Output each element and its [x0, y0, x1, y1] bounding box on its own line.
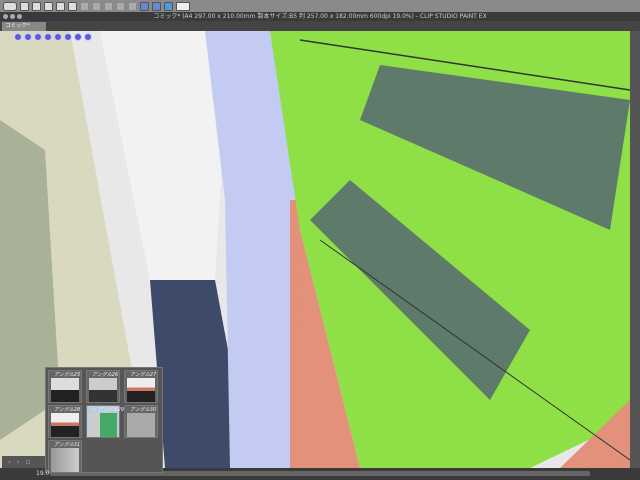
tab-comic[interactable]: コミック*	[2, 22, 46, 31]
zoom-value: 19.0	[36, 470, 50, 477]
angle-label: アングル27	[130, 372, 157, 378]
transform-icon[interactable]	[92, 1, 101, 11]
angle-thumbnail[interactable]: アングル26	[86, 370, 120, 403]
angle-label: アングル26	[92, 372, 119, 378]
object-rotate-icon[interactable]	[54, 33, 62, 41]
next-arrow-icon[interactable]: ›	[17, 458, 20, 466]
object-move-icon[interactable]	[44, 33, 52, 41]
select-icon[interactable]	[80, 1, 89, 11]
main-toolbar	[0, 0, 640, 12]
object-rotate-y-icon[interactable]	[74, 33, 82, 41]
camera-rotate-icon[interactable]	[14, 33, 22, 41]
object-scale-icon[interactable]	[84, 33, 92, 41]
undo-icon[interactable]	[56, 1, 65, 11]
color-icon[interactable]	[164, 1, 173, 11]
ruler-icon[interactable]	[140, 1, 149, 11]
delete-icon[interactable]: ▫	[26, 458, 31, 466]
clear-icon[interactable]	[128, 1, 137, 11]
angle-label: アングル30	[130, 407, 157, 413]
angle-label: アングル31	[54, 442, 81, 448]
angle-thumbnail[interactable]: アングル28	[48, 405, 82, 438]
angle-thumbnail[interactable]: アングル31	[48, 440, 82, 473]
window-title: コミック* (A4 297.00 x 210.00mm 製本サイズ:B5 判 2…	[153, 13, 487, 20]
window-titlebar: コミック* (A4 297.00 x 210.00mm 製本サイズ:B5 判 2…	[0, 12, 640, 21]
angle-label: アングル28	[54, 407, 81, 413]
object-rotate-x-icon[interactable]	[64, 33, 72, 41]
help-icon[interactable]	[176, 1, 190, 11]
angle-thumbnail[interactable]: アングル27	[124, 370, 158, 403]
minimize-icon[interactable]	[10, 14, 15, 19]
angle-thumbnail[interactable]: アングル25	[48, 370, 82, 403]
clip-studio-logo-icon[interactable]	[3, 1, 17, 11]
crop-icon[interactable]	[116, 1, 125, 11]
save-icon[interactable]	[44, 1, 53, 11]
angle-label: ✓ アングル29	[92, 407, 124, 413]
angle-label: アングル25	[54, 372, 81, 378]
snap-icon[interactable]	[152, 1, 161, 11]
camera-zoom-icon[interactable]	[34, 33, 42, 41]
redo-icon[interactable]	[68, 1, 77, 11]
close-icon[interactable]	[3, 14, 8, 19]
prev-arrow-icon[interactable]: ‹	[8, 458, 11, 466]
camera-angle-panel: アングル25 アングル26 アングル27 アングル28 ✓ アングル29 アング…	[45, 367, 163, 473]
fill-icon[interactable]	[104, 1, 113, 11]
panel-controls: ‹ › ▫	[2, 456, 45, 468]
angle-thumbnail-selected[interactable]: ✓ アングル29	[86, 405, 124, 438]
camera-pan-icon[interactable]	[24, 33, 32, 41]
open-icon[interactable]	[32, 1, 41, 11]
camera-nav-icons	[14, 33, 92, 41]
tab-bar: コミック*	[0, 21, 640, 31]
angle-thumbnail[interactable]: アングル30	[124, 405, 158, 438]
maximize-icon[interactable]	[17, 14, 22, 19]
vertical-scrollbar[interactable]	[630, 31, 640, 468]
new-icon[interactable]	[20, 1, 29, 11]
